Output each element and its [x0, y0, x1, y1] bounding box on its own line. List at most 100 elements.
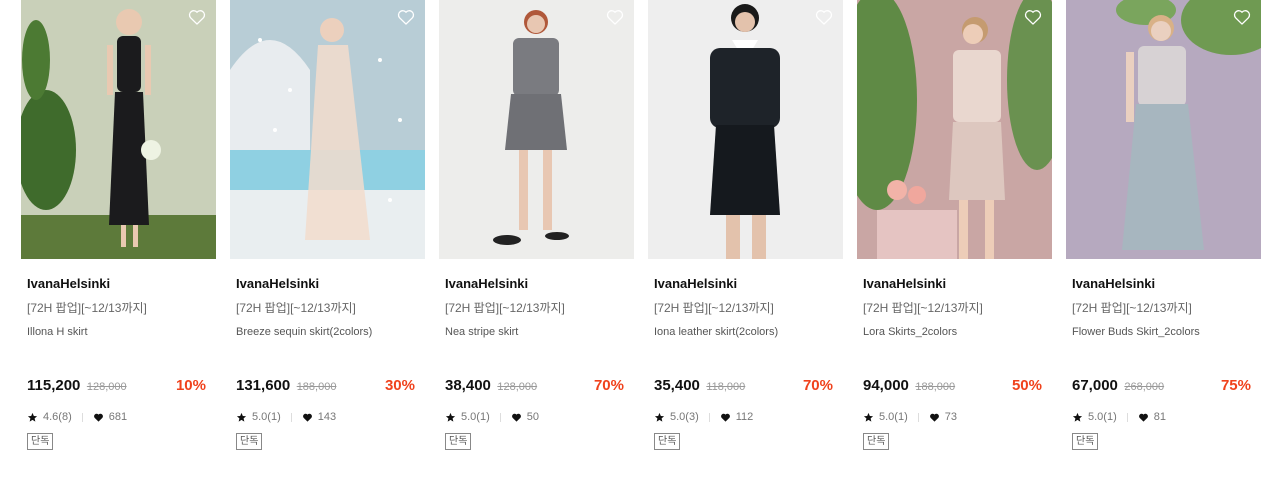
product-grid: IvanaHelsinki [72H 팝업][~12/13까지] Illona … — [0, 0, 1266, 488]
rating-value: 5.0(1) — [1088, 411, 1117, 423]
product-info: IvanaHelsinki [72H 팝업][~12/13까지] Lora Sk… — [857, 276, 1052, 450]
discount-rate: 10% — [175, 377, 206, 394]
heart-filled-icon — [302, 412, 313, 423]
wishlist-heart-icon[interactable] — [396, 7, 416, 27]
original-price: 188,000 — [915, 381, 956, 393]
divider — [1126, 412, 1128, 422]
product-photo[interactable] — [230, 0, 425, 259]
promo-label: [72H 팝업][~12/13까지] — [445, 301, 565, 315]
like-count: 81 — [1153, 411, 1166, 423]
divider — [917, 412, 919, 422]
product-thumbnail[interactable] — [439, 0, 634, 259]
product-card[interactable]: IvanaHelsinki [72H 팝업][~12/13까지] Illona … — [21, 0, 216, 488]
brand-name[interactable]: IvanaHelsinki — [863, 276, 1046, 292]
product-thumbnail[interactable] — [230, 0, 425, 259]
exclusive-badge: 단독 — [863, 433, 890, 450]
price-row: 115,200 128,000 10% — [27, 376, 210, 396]
review-row: 5.0(1) 143 — [236, 410, 419, 424]
price-row: 131,600 188,000 30% — [236, 376, 419, 396]
product-name[interactable]: Illona H skirt — [27, 324, 210, 340]
discount-rate: 75% — [1220, 377, 1251, 394]
like-count: 50 — [526, 411, 539, 423]
product-info: IvanaHelsinki [72H 팝업][~12/13까지] Breeze … — [230, 276, 425, 450]
brand-name[interactable]: IvanaHelsinki — [654, 276, 837, 292]
discount-rate: 70% — [593, 377, 624, 394]
brand-name[interactable]: IvanaHelsinki — [27, 276, 210, 292]
divider — [708, 412, 710, 422]
product-info: IvanaHelsinki [72H 팝업][~12/13까지] Flower … — [1066, 276, 1261, 450]
product-thumbnail[interactable] — [648, 0, 843, 259]
product-name[interactable]: Breeze sequin skirt(2colors) — [236, 324, 419, 340]
review-row: 5.0(1) 81 — [1072, 410, 1255, 424]
rating-value: 5.0(3) — [670, 411, 699, 423]
brand-name[interactable]: IvanaHelsinki — [1072, 276, 1255, 292]
product-thumbnail[interactable] — [1066, 0, 1261, 259]
product-photo[interactable] — [857, 0, 1052, 259]
rating-value: 5.0(1) — [252, 411, 281, 423]
heart-filled-icon — [1138, 412, 1149, 423]
heart-filled-icon — [929, 412, 940, 423]
product-info: IvanaHelsinki [72H 팝업][~12/13까지] Illona … — [21, 276, 216, 450]
rating-value: 5.0(1) — [461, 411, 490, 423]
like-count: 73 — [944, 411, 957, 423]
exclusive-badge: 단독 — [27, 433, 54, 450]
product-thumbnail[interactable] — [21, 0, 216, 259]
price-row: 67,000 268,000 75% — [1072, 376, 1255, 396]
product-info: IvanaHelsinki [72H 팝업][~12/13까지] Iona le… — [648, 276, 843, 450]
promo-label: [72H 팝업][~12/13까지] — [1072, 301, 1192, 315]
product-photo[interactable] — [1066, 0, 1261, 259]
sale-price: 67,000 — [1072, 377, 1118, 394]
promo-label: [72H 팝업][~12/13까지] — [236, 301, 356, 315]
product-name[interactable]: Iona leather skirt(2colors) — [654, 324, 837, 340]
promo-label: [72H 팝업][~12/13까지] — [863, 301, 983, 315]
product-card[interactable]: IvanaHelsinki [72H 팝업][~12/13까지] Nea str… — [439, 0, 634, 488]
review-row: 5.0(1) 73 — [863, 410, 1046, 424]
product-card[interactable]: IvanaHelsinki [72H 팝업][~12/13까지] Lora Sk… — [857, 0, 1052, 488]
heart-filled-icon — [93, 412, 104, 423]
product-card[interactable]: IvanaHelsinki [72H 팝업][~12/13까지] Breeze … — [230, 0, 425, 488]
promo-label: [72H 팝업][~12/13까지] — [654, 301, 774, 315]
wishlist-heart-icon[interactable] — [814, 7, 834, 27]
price-row: 35,400 118,000 70% — [654, 376, 837, 396]
wishlist-heart-icon[interactable] — [605, 7, 625, 27]
divider — [81, 412, 83, 422]
product-card[interactable]: IvanaHelsinki [72H 팝업][~12/13까지] Iona le… — [648, 0, 843, 488]
product-photo[interactable] — [648, 0, 843, 259]
exclusive-badge: 단독 — [1072, 433, 1099, 450]
wishlist-heart-icon[interactable] — [187, 7, 207, 27]
product-info: IvanaHelsinki [72H 팝업][~12/13까지] Nea str… — [439, 276, 634, 450]
product-photo[interactable] — [21, 0, 216, 259]
divider — [499, 412, 501, 422]
like-count: 143 — [317, 411, 337, 423]
heart-filled-icon — [511, 412, 522, 423]
exclusive-badge: 단독 — [445, 433, 472, 450]
exclusive-badge: 단독 — [236, 433, 263, 450]
heart-filled-icon — [720, 412, 731, 423]
product-card[interactable]: IvanaHelsinki [72H 팝업][~12/13까지] Flower … — [1066, 0, 1261, 488]
product-name[interactable]: Flower Buds Skirt_2colors — [1072, 324, 1255, 340]
like-count: 112 — [735, 411, 754, 423]
like-count: 681 — [108, 411, 128, 423]
wishlist-heart-icon[interactable] — [1023, 7, 1043, 27]
rating-value: 4.6(8) — [43, 411, 72, 423]
product-name[interactable]: Lora Skirts_2colors — [863, 324, 1046, 340]
sale-price: 38,400 — [445, 377, 491, 394]
sale-price: 35,400 — [654, 377, 700, 394]
rating-value: 5.0(1) — [879, 411, 908, 423]
wishlist-heart-icon[interactable] — [1232, 7, 1252, 27]
divider — [290, 412, 292, 422]
product-thumbnail[interactable] — [857, 0, 1052, 259]
sale-price: 115,200 — [27, 377, 81, 394]
discount-rate: 70% — [802, 377, 833, 394]
brand-name[interactable]: IvanaHelsinki — [445, 276, 628, 292]
brand-name[interactable]: IvanaHelsinki — [236, 276, 419, 292]
star-icon — [27, 412, 38, 423]
exclusive-badge: 단독 — [654, 433, 681, 450]
review-row: 5.0(1) 50 — [445, 410, 628, 424]
sale-price: 131,600 — [236, 377, 291, 394]
product-name[interactable]: Nea stripe skirt — [445, 324, 628, 340]
product-photo[interactable] — [439, 0, 634, 259]
discount-rate: 50% — [1011, 377, 1042, 394]
discount-rate: 30% — [384, 377, 415, 394]
price-row: 94,000 188,000 50% — [863, 376, 1046, 396]
